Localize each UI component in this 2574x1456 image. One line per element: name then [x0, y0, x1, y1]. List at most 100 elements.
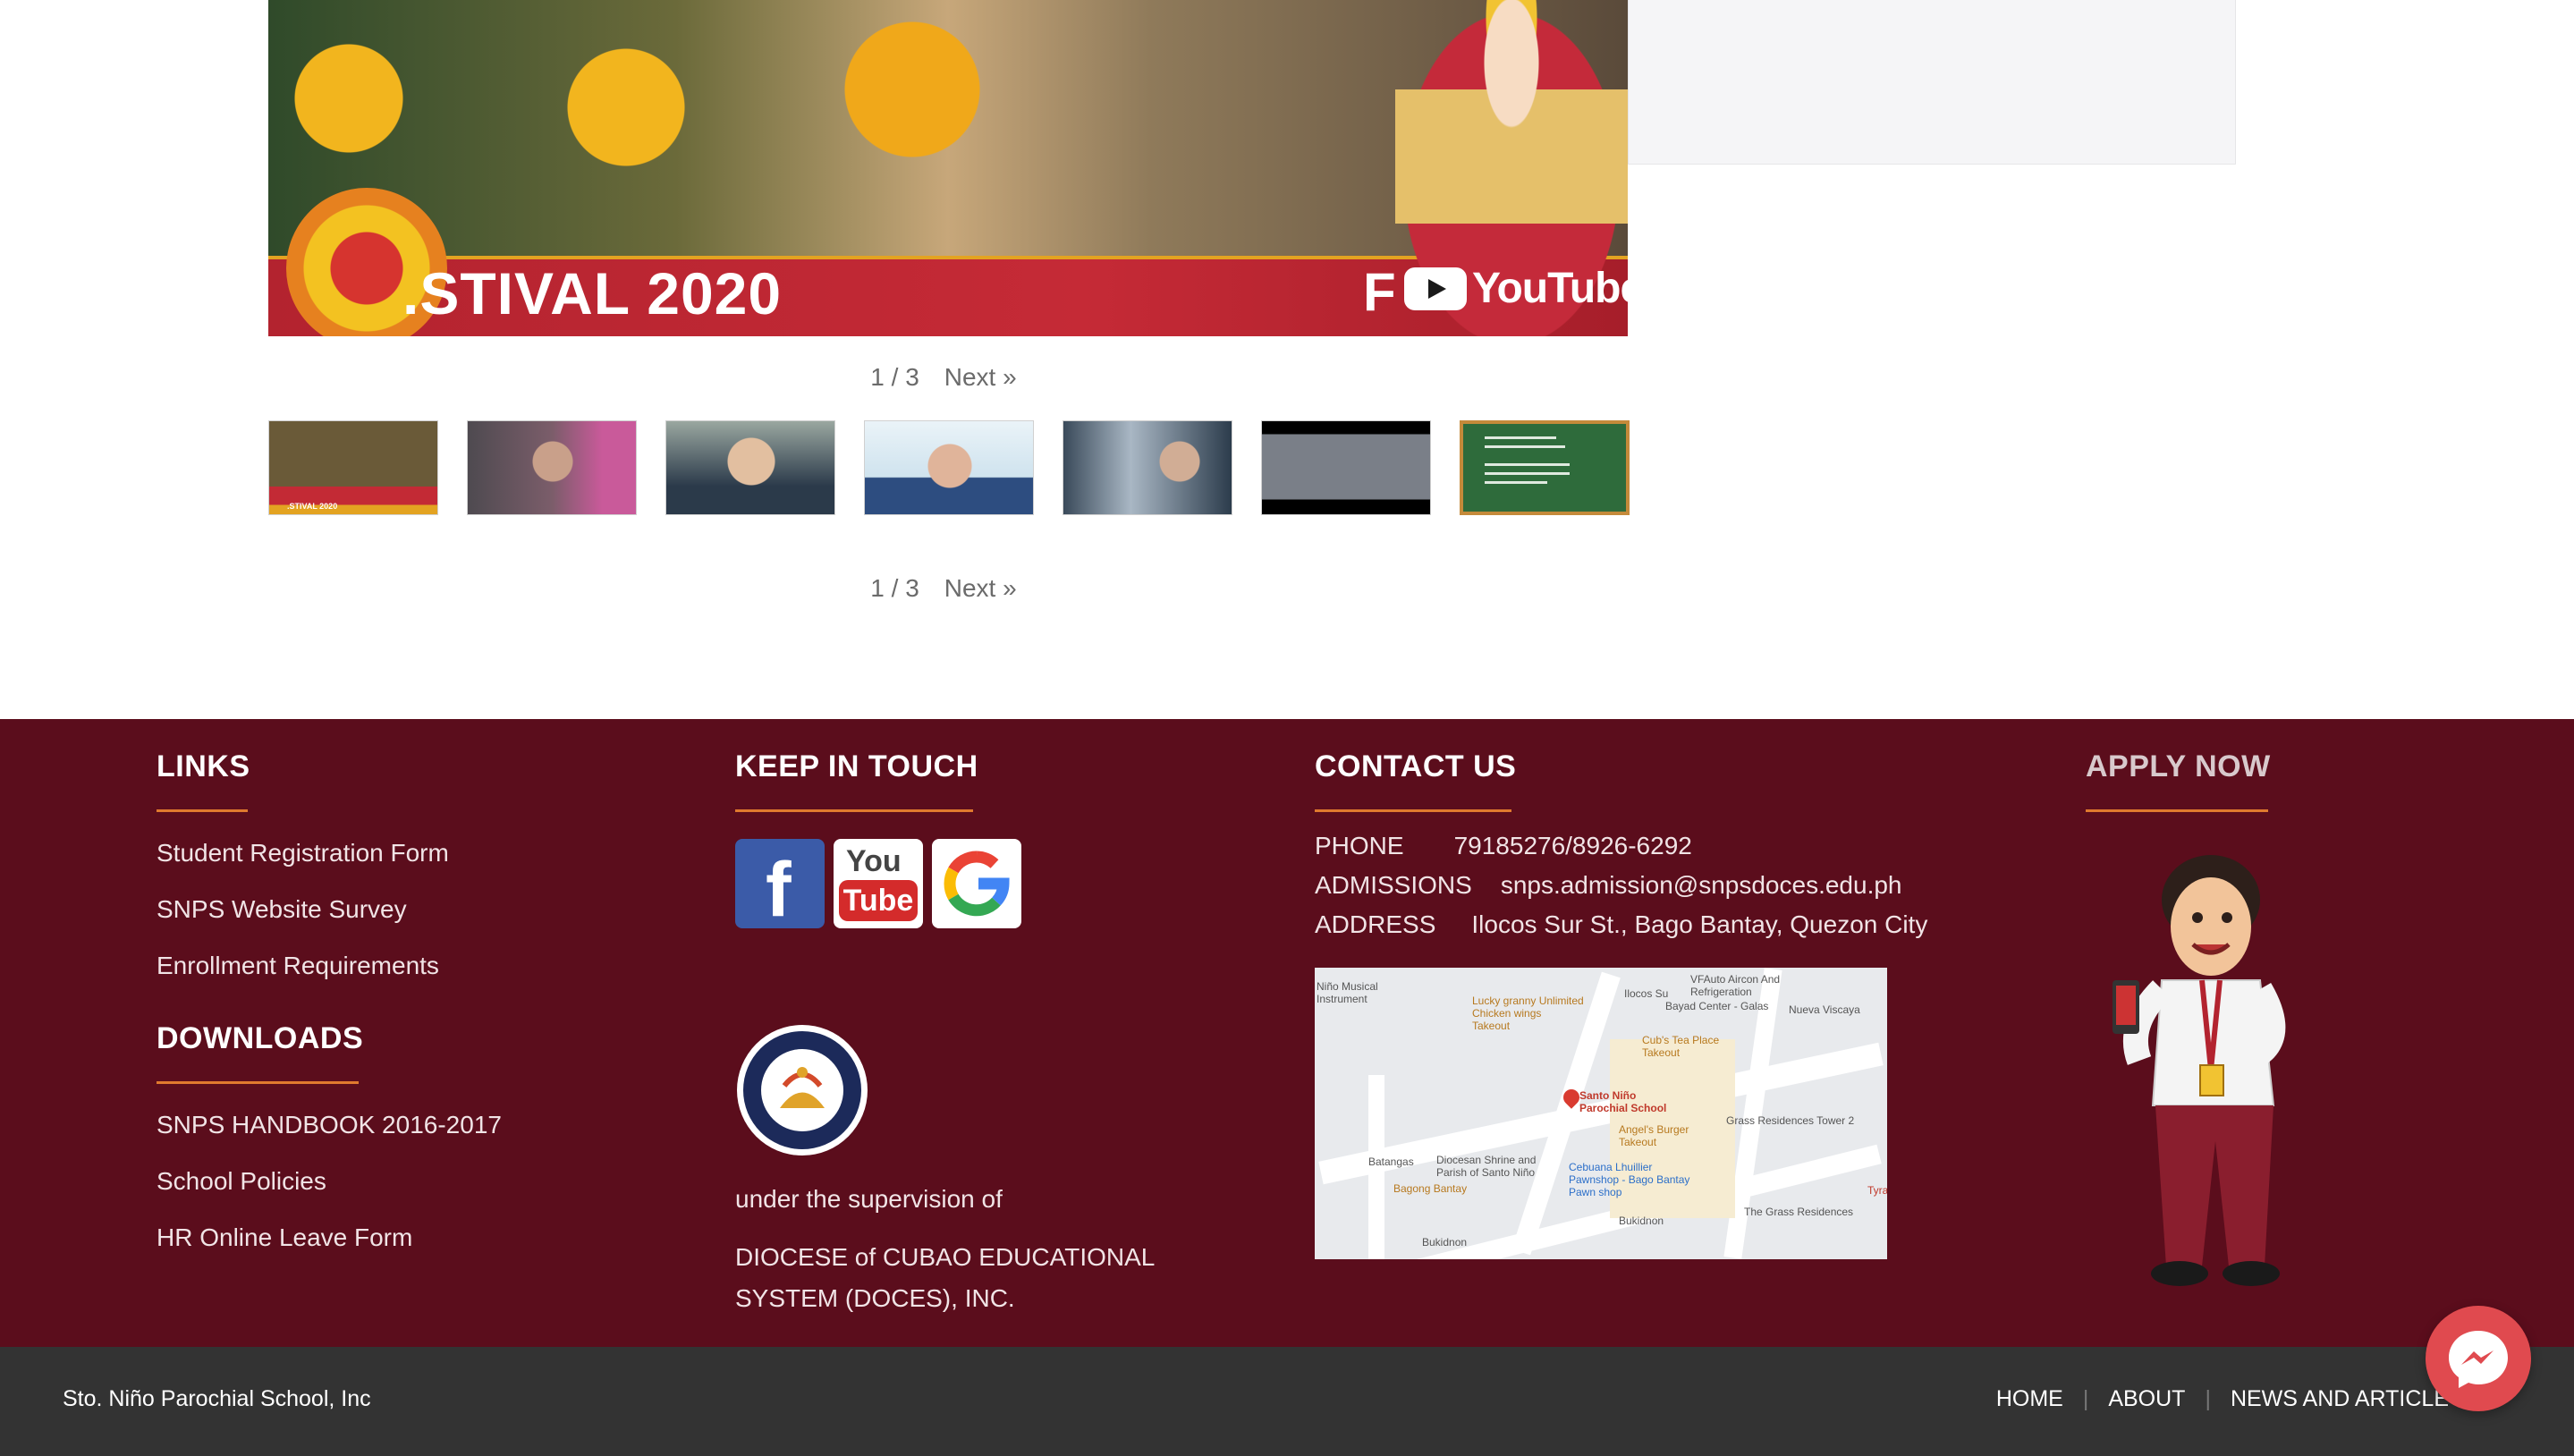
- contact-admissions-row: ADMISSIONS snps.admission@snpsdoces.edu.…: [1315, 871, 1927, 900]
- links-heading: LINKS: [157, 749, 250, 783]
- facebook-icon[interactable]: [735, 839, 825, 928]
- bottom-bar: Sto. Niño Parochial School, Inc HOME | A…: [0, 1347, 2574, 1456]
- map-label-bukidnon: Bukidnon: [1422, 1236, 1468, 1249]
- map-label-ilocos: Ilocos Su: [1624, 987, 1669, 1000]
- contact-address-row: ADDRESS Ilocos Sur St., Bago Bantay, Que…: [1315, 910, 1927, 939]
- thumbnail-festival-2020[interactable]: [268, 420, 438, 515]
- map-label-takeout: Takeout: [1642, 1046, 1681, 1059]
- thumbnail-teacher-video-1[interactable]: [467, 420, 637, 515]
- social-links: You Tube: [735, 839, 1200, 928]
- map-label-pawnshop: Cebuana Lhuillier Pawnshop - Bago Bantay: [1569, 1161, 1690, 1186]
- youtube-icon-tube: Tube: [839, 880, 918, 921]
- phone-value[interactable]: 79185276/8926-6292: [1454, 832, 1692, 860]
- chalkboard-text-line: [1485, 463, 1570, 466]
- next-page-link[interactable]: Next »: [944, 363, 1017, 392]
- next-page-link[interactable]: Next »: [944, 574, 1017, 603]
- map-label-cubs: Cub's Tea Place: [1642, 1034, 1720, 1046]
- footer-contact-column: CONTACT US PHONE 79185276/8926-6292 ADMI…: [1315, 749, 1927, 1259]
- map-label-takeout: Takeout: [1472, 1020, 1511, 1032]
- featured-video[interactable]: .STIVAL 2020 F YouTube: [268, 0, 1628, 336]
- video-pager-top: 1 / 3 Next »: [0, 363, 1887, 392]
- contact-us-heading: CONTACT US: [1315, 749, 1517, 783]
- doces-name: DIOCESE of CUBAO EDUCATIONAL SYSTEM (DOC…: [735, 1243, 1155, 1312]
- thumbnail-registration-info[interactable]: [1460, 420, 1630, 515]
- footer-keep-in-touch-column: KEEP IN TOUCH You Tube: [735, 749, 1200, 1319]
- map-label-bayad: Bayad Center - Galas: [1665, 1000, 1769, 1012]
- map-label-shrine: Diocesan Shrine and Parish of Santo Niño: [1436, 1154, 1537, 1179]
- nav-separator: |: [2082, 1386, 2089, 1411]
- apply-now-heading[interactable]: APPLY NOW: [2086, 749, 2309, 784]
- heading-underline: [735, 809, 973, 812]
- download-hr-online-leave-form[interactable]: HR Online Leave Form: [157, 1223, 502, 1252]
- address-label: ADDRESS: [1315, 910, 1436, 938]
- phone-label: PHONE: [1315, 832, 1404, 859]
- copyright-text: Sto. Niño Parochial School, Inc: [63, 1386, 371, 1411]
- supervision-text: under the supervision of: [735, 1185, 1003, 1213]
- heading-underline: [157, 809, 248, 812]
- admissions-email[interactable]: snps.admission@snpsdoces.edu.ph: [1501, 871, 1902, 900]
- video-title: .STIVAL 2020: [402, 260, 783, 326]
- youtube-wordmark: YouTube: [1472, 265, 1628, 312]
- nav-about[interactable]: ABOUT: [2108, 1386, 2185, 1412]
- map-label-nino: Niño Musical Instrument: [1317, 980, 1378, 1005]
- thumbnail-teacher-video-3[interactable]: [864, 420, 1034, 515]
- map-label-bukidnon: Bukidnon: [1619, 1215, 1664, 1227]
- map-label-batangas: Batangas: [1368, 1155, 1414, 1168]
- contact-phone-row: PHONE 79185276/8926-6292: [1315, 832, 1927, 860]
- footer-links-column: LINKS Student Registration Form SNPS Web…: [157, 749, 502, 1280]
- heading-underline: [2086, 809, 2268, 812]
- map-label-angels: Angel's Burger: [1619, 1123, 1689, 1136]
- keep-in-touch-heading: KEEP IN TOUCH: [735, 749, 978, 783]
- nav-separator: |: [2205, 1386, 2211, 1411]
- map-label-school: Santo Niño Parochial School: [1579, 1089, 1667, 1114]
- messenger-icon: [2449, 1331, 2508, 1388]
- download-snps-handbook[interactable]: SNPS HANDBOOK 2016-2017: [157, 1111, 502, 1139]
- youtube-icon-you: You: [846, 844, 902, 878]
- download-school-policies[interactable]: School Policies: [157, 1167, 502, 1196]
- map-label-pawn: Pawn shop: [1569, 1186, 1622, 1198]
- map-label-bagong: Bagong Bantay: [1393, 1182, 1468, 1195]
- google-icon[interactable]: [932, 839, 1021, 928]
- messenger-chat-button[interactable]: [2426, 1306, 2531, 1411]
- link-student-registration-form[interactable]: Student Registration Form: [157, 839, 502, 868]
- map-label-takeout: Takeout: [1619, 1136, 1657, 1148]
- youtube-icon[interactable]: You Tube: [834, 839, 923, 928]
- chalkboard-text-line: [1485, 472, 1570, 475]
- thumbnail-students-video[interactable]: [1261, 420, 1431, 515]
- map-label-nueva: Nueva Viscaya: [1789, 1003, 1860, 1016]
- map-label-tyra: Tyra: [1867, 1184, 1887, 1197]
- heading-underline: [157, 1081, 359, 1084]
- youtube-badge[interactable]: YouTube: [1404, 264, 1628, 313]
- thumbnail-teacher-video-2[interactable]: [665, 420, 835, 515]
- downloads-heading: DOWNLOADS: [157, 1021, 364, 1055]
- address-value: Ilocos Sur St., Bago Bantay, Quezon City: [1471, 910, 1928, 938]
- map-label-grass: Grass Residences Tower 2: [1726, 1114, 1855, 1127]
- site-footer: LINKS Student Registration Form SNPS Web…: [0, 719, 2574, 1347]
- nav-news-and-articles[interactable]: NEWS AND ARTICLE: [2231, 1386, 2449, 1412]
- chalkboard-text-line: [1485, 481, 1547, 484]
- sidebar-panel: [1628, 0, 2236, 165]
- map-label-grass-road: The Grass Residences: [1744, 1206, 1854, 1218]
- video-pager-bottom: 1 / 3 Next »: [0, 574, 1887, 603]
- chalkboard-text-line: [1485, 445, 1565, 448]
- footer-nav: HOME | ABOUT | NEWS AND ARTICLE: [1996, 1386, 2449, 1412]
- student-mascot-illustration[interactable]: [2086, 846, 2309, 1293]
- heading-underline: [1315, 809, 1511, 812]
- google-g-icon: [944, 851, 1010, 917]
- page-indicator: 1 / 3: [870, 574, 919, 602]
- play-icon: [1404, 267, 1467, 310]
- link-snps-website-survey[interactable]: SNPS Website Survey: [157, 895, 502, 924]
- page-indicator: 1 / 3: [870, 363, 919, 391]
- admissions-label: ADMISSIONS: [1315, 871, 1472, 899]
- video-thumbnails: [268, 420, 1630, 515]
- map-label-vfauto: VFAuto Aircon And Refrigeration: [1690, 973, 1781, 998]
- chalkboard-text-line: [1485, 436, 1556, 439]
- footer-apply-column: APPLY NOW: [2086, 749, 2309, 1298]
- thumbnail-teacher-video-4[interactable]: [1063, 420, 1232, 515]
- location-map[interactable]: Santo Niño Parochial School Lucky granny…: [1315, 968, 1887, 1259]
- nav-home[interactable]: HOME: [1996, 1386, 2063, 1412]
- link-enrollment-requirements[interactable]: Enrollment Requirements: [157, 952, 502, 980]
- doces-seal-logo: [737, 1025, 868, 1155]
- map-label-lucky: Lucky granny Unlimited Chicken wings: [1472, 995, 1584, 1020]
- video-title-letter: F: [1363, 262, 1396, 322]
